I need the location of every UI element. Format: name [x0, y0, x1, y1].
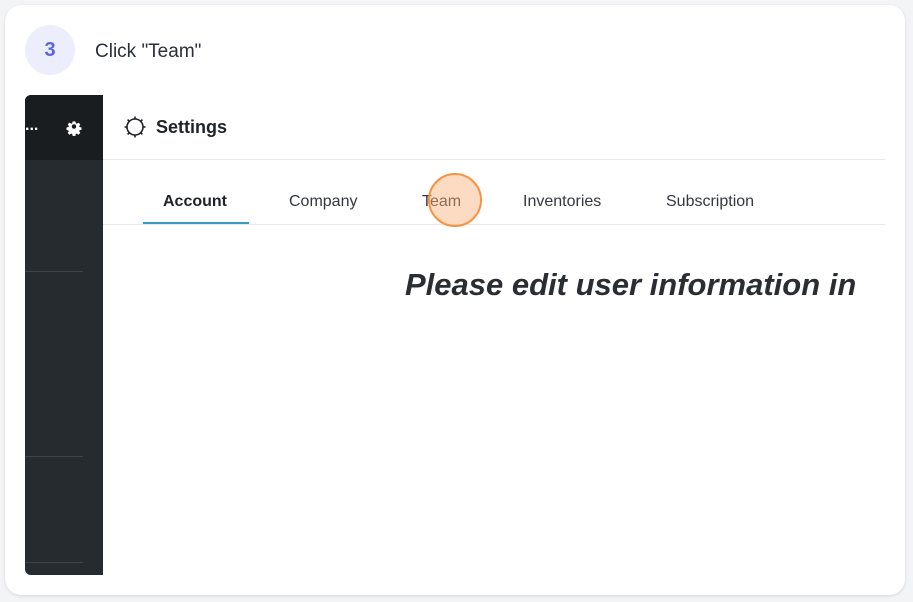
sidebar: ...: [25, 95, 103, 575]
step-instruction: Click "Team": [95, 41, 202, 62]
page-title: Settings: [156, 117, 228, 137]
active-tab-indicator: [143, 222, 249, 224]
sidebar-header: ...: [25, 95, 103, 160]
settings-tabs: Account Company Team Inventories Subscri…: [103, 160, 885, 225]
settings-header: Settings: [103, 95, 885, 160]
tab-account[interactable]: Account: [163, 193, 227, 211]
sidebar-divider: [25, 562, 83, 563]
gear-icon[interactable]: [65, 119, 83, 137]
settings-panel: Settings Account Company Team Inventorie…: [103, 95, 885, 575]
sidebar-divider: [25, 271, 83, 272]
tab-company[interactable]: Company: [289, 193, 357, 211]
tab-inventories[interactable]: Inventories: [523, 193, 601, 211]
step-card: 3 Click "Team" ... Settings Account Comp…: [5, 5, 905, 595]
sidebar-truncated-text: ...: [25, 117, 39, 134]
info-message: Please edit user information in: [405, 267, 857, 302]
click-target-highlight: [428, 173, 482, 227]
settings-gear-outline-icon: [124, 116, 146, 138]
step-number-badge: 3: [25, 25, 75, 75]
screenshot-frame: ... Settings Account Company Team Invent…: [25, 95, 885, 575]
tab-subscription[interactable]: Subscription: [666, 193, 754, 211]
sidebar-divider: [25, 456, 83, 457]
